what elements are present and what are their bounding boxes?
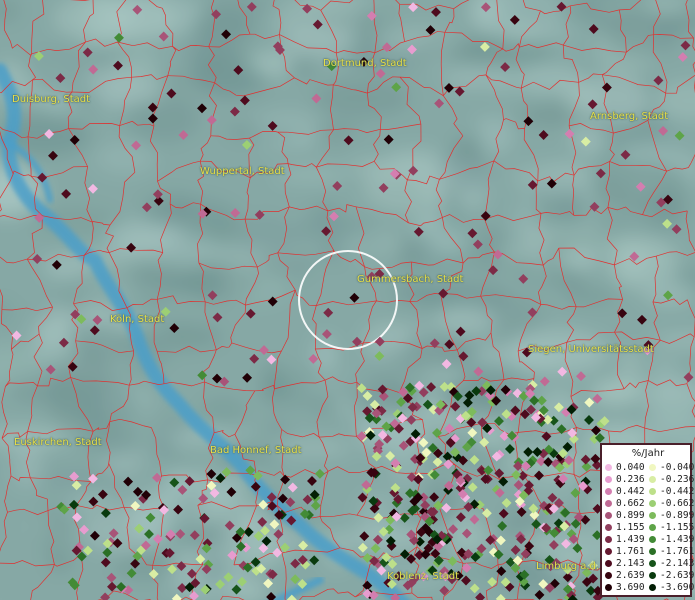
- legend-swatch: [605, 584, 612, 591]
- legend-swatch: [649, 572, 656, 579]
- legend-value: 0.442: [616, 486, 645, 497]
- legend-swatch: [649, 488, 656, 495]
- city-label-gummersbach: Gummersbach, Stadt: [357, 274, 464, 285]
- city-label-badhonnef: Bad Honnef, Stadt: [210, 445, 302, 456]
- legend-swatch: [605, 560, 612, 567]
- legend-swatch: [605, 536, 612, 543]
- legend-value: -2.639: [660, 570, 695, 581]
- legend-value: 1.761: [616, 546, 645, 557]
- legend-value: 0.040: [616, 462, 645, 473]
- city-label-wuppertal: Wuppertal, Stadt: [200, 166, 285, 177]
- legend-swatch: [649, 512, 656, 519]
- legend-swatch: [649, 464, 656, 471]
- legend-swatch: [649, 584, 656, 591]
- legend-value: -3.690: [660, 582, 695, 593]
- city-label-duisburg: Duisburg, Stadt: [12, 94, 91, 105]
- legend: %/Jahr 0.040 0.236 0.442 0.662 0.899 1.155 1.4…: [600, 443, 695, 597]
- legend-value: 1.439: [616, 534, 645, 545]
- legend-swatch: [649, 536, 656, 543]
- legend-swatch: [605, 524, 612, 531]
- city-label-limburg: Limburg a.d. L: [536, 561, 608, 572]
- legend-swatch: [605, 464, 612, 471]
- legend-swatch: [605, 488, 612, 495]
- legend-swatch: [649, 476, 656, 483]
- city-label-euskirchen: Euskirchen, Stadt: [14, 437, 102, 448]
- legend-title: %/Jahr: [631, 448, 665, 459]
- legend-value: 0.662: [616, 498, 645, 509]
- legend-value: -1.439: [660, 534, 695, 545]
- legend-swatch: [605, 548, 612, 555]
- city-label-koblenz: Koblenz, Stadt: [387, 571, 460, 582]
- legend-value: -1.761: [660, 546, 695, 557]
- legend-value: 0.899: [616, 510, 645, 521]
- legend-value: -0.442: [660, 486, 695, 497]
- legend-swatch: [649, 548, 656, 555]
- city-label-arnsberg: Arnsberg, Stadt: [590, 111, 669, 122]
- legend-swatch: [649, 560, 656, 567]
- legend-value: -1.155: [660, 522, 695, 533]
- legend-value: -0.899: [660, 510, 695, 521]
- legend-swatch: [605, 572, 612, 579]
- legend-value: 2.143: [616, 558, 645, 569]
- legend-value: -0.662: [660, 498, 695, 509]
- legend-value: -2.143: [660, 558, 695, 569]
- legend-value: 2.639: [616, 570, 645, 581]
- legend-swatch: [605, 500, 612, 507]
- legend-value: -0.236: [660, 474, 695, 485]
- legend-swatch: [605, 512, 612, 519]
- legend-value: 3.690: [616, 582, 645, 593]
- legend-swatch: [649, 524, 656, 531]
- legend-value: 0.236: [616, 474, 645, 485]
- legend-value: 1.155: [616, 522, 645, 533]
- city-label-siegen: Siegen, Universitätsstadt: [528, 344, 654, 355]
- legend-value: -0.040: [660, 462, 695, 473]
- map-svg: [0, 0, 695, 600]
- map-canvas[interactable]: Dortmund, Stadt Duisburg, Stadt Arnsberg…: [0, 0, 695, 600]
- legend-swatch: [649, 500, 656, 507]
- city-label-koeln: Köln, Stadt: [110, 314, 165, 325]
- legend-swatch: [605, 476, 612, 483]
- city-label-dortmund: Dortmund, Stadt: [323, 58, 407, 69]
